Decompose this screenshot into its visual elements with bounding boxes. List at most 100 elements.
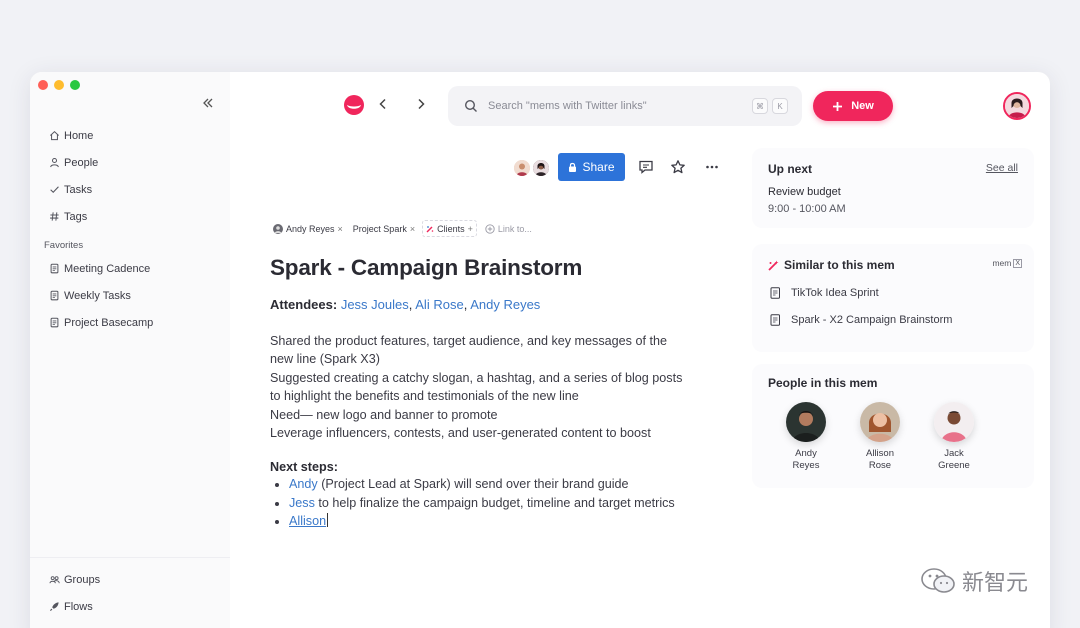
sparkle-icon	[426, 225, 434, 232]
person-card[interactable]: Allison Rose	[845, 402, 915, 472]
sidebar-item-project-basecamp[interactable]: Project Basecamp	[44, 309, 214, 336]
person-first-name: Andy	[795, 448, 817, 459]
avatar	[934, 402, 974, 442]
text-line: Suggested creating a catchy slogan, a ha…	[270, 370, 683, 385]
mention-link[interactable]: Allison	[289, 514, 326, 528]
text-cursor	[327, 513, 329, 528]
search-placeholder: Search "mems with Twitter links"	[488, 100, 647, 112]
document-body[interactable]: Spark - Campaign Brainstorm Attendees: J…	[270, 255, 730, 531]
chip-label: Clients	[437, 223, 465, 234]
watermark-text: 新智元	[962, 570, 1029, 595]
see-all-link[interactable]: See all	[986, 162, 1018, 174]
event-title[interactable]: Review budget	[768, 186, 841, 198]
person-card[interactable]: Andy Reyes	[771, 402, 841, 472]
text-line: new line (Spark X3)	[270, 352, 380, 367]
sidebar-item-tags[interactable]: Tags	[44, 203, 214, 230]
document-icon	[44, 263, 64, 274]
document-icon	[770, 313, 780, 326]
remove-chip-icon[interactable]: ×	[338, 224, 343, 234]
attendee-link[interactable]: Ali Rose	[415, 297, 463, 312]
similar-title: Similar to this mem	[784, 258, 895, 272]
similar-item-label: TikTok Idea Sprint	[791, 286, 879, 299]
sidebar-item-label: Groups	[64, 573, 101, 586]
close-window-button[interactable]	[38, 80, 48, 90]
link-to-label: Link to...	[497, 223, 532, 234]
people-title: People in this mem	[768, 376, 878, 390]
sidebar-nav: Home People Tasks Tags Favorites Meeting…	[44, 122, 214, 336]
groups-icon	[44, 574, 64, 585]
star-icon[interactable]	[670, 159, 686, 175]
sidebar-item-groups[interactable]: Groups	[44, 566, 216, 593]
sidebar-item-home[interactable]: Home	[44, 122, 214, 149]
document-icon	[44, 290, 64, 301]
document-icon	[44, 317, 64, 328]
up-next-title: Up next	[768, 162, 813, 176]
list-item: Jess to help finalize the campaign budge…	[289, 494, 730, 513]
mention-link[interactable]: Andy	[289, 477, 318, 491]
back-arrow-icon[interactable]	[378, 98, 388, 113]
minimize-window-button[interactable]	[54, 80, 64, 90]
text-line: Leverage influencers, contests, and user…	[270, 426, 651, 441]
search-bar[interactable]: Search "mems with Twitter links" ⌘ K	[448, 86, 802, 126]
step-text: to help finalize the campaign budget, ti…	[314, 495, 675, 510]
hash-icon	[44, 211, 64, 222]
lock-icon	[569, 162, 577, 172]
person-first-name: Jack	[944, 448, 964, 459]
sidebar-item-flows[interactable]: Flows	[44, 593, 216, 620]
watermark: 新智元	[920, 565, 1028, 597]
collaborator-avatar[interactable]	[531, 158, 551, 178]
sidebar-item-label: Meeting Cadence	[64, 262, 151, 275]
search-icon	[464, 99, 477, 112]
sidebar-item-meeting-cadence[interactable]: Meeting Cadence	[44, 255, 214, 282]
tag-chips: Andy Reyes × Project Spark × Clients + L…	[270, 220, 532, 237]
home-icon	[44, 130, 64, 141]
more-options-icon[interactable]	[704, 159, 720, 175]
list-item: Andy (Project Lead at Spark) will send o…	[289, 475, 730, 494]
sidebar-item-people[interactable]: People	[44, 149, 214, 176]
comment-icon[interactable]	[638, 159, 654, 175]
new-button[interactable]: New	[813, 91, 893, 121]
sidebar-item-weekly-tasks[interactable]: Weekly Tasks	[44, 282, 214, 309]
sidebar-item-tasks[interactable]: Tasks	[44, 176, 214, 203]
chip-person[interactable]: Andy Reyes ×	[270, 220, 346, 237]
text-line: to highlight the benefits and testimonia…	[270, 389, 579, 404]
chip-clients[interactable]: Clients +	[422, 220, 477, 237]
wechat-logo-icon	[921, 568, 955, 593]
similar-panel: Similar to this mem mem X TikTok Idea Sp…	[752, 244, 1034, 352]
mention-link[interactable]: Jess	[289, 496, 315, 510]
share-button[interactable]: Share	[558, 153, 625, 181]
sidebar-bottom: Groups Flows	[30, 557, 230, 620]
person-last-name: Greene	[938, 460, 970, 471]
maximize-window-button[interactable]	[70, 80, 80, 90]
sidebar-item-label: People	[64, 156, 99, 169]
person-icon	[44, 157, 64, 168]
remove-chip-icon[interactable]: ×	[410, 224, 415, 234]
similar-header: Similar to this mem	[768, 258, 895, 272]
sidebar-item-label: Flows	[64, 600, 93, 613]
favorites-heading: Favorites	[44, 240, 84, 251]
page-title[interactable]: Spark - Campaign Brainstorm	[270, 255, 730, 281]
user-avatar[interactable]	[1003, 92, 1031, 120]
attendees-label: Attendees:	[270, 297, 338, 312]
list-item[interactable]: TikTok Idea Sprint	[770, 279, 952, 306]
person-card[interactable]: Jack Greene	[919, 402, 989, 472]
forward-arrow-icon[interactable]	[416, 98, 426, 113]
attendee-link[interactable]: Andy Reyes	[470, 297, 540, 312]
badge-label: mem	[992, 258, 1012, 268]
link-to-button[interactable]: Link to...	[485, 224, 532, 234]
add-chip-icon[interactable]: +	[468, 224, 473, 234]
sidebar-item-label: Project Basecamp	[64, 316, 154, 329]
list-item[interactable]: Spark - X2 Campaign Brainstorm	[770, 306, 952, 333]
attendee-link[interactable]: Jess Joules	[341, 297, 409, 312]
separator: ,	[408, 297, 413, 312]
mem-logo-icon[interactable]	[343, 94, 365, 116]
kbd-cmd: ⌘	[752, 98, 768, 114]
sidebar: Home People Tasks Tags Favorites Meeting…	[30, 72, 230, 628]
notes-paragraph: Shared the product features, target audi…	[270, 332, 730, 442]
avatar	[786, 402, 826, 442]
collaborator-avatar[interactable]	[512, 158, 532, 178]
collapse-sidebar-icon[interactable]	[202, 96, 214, 112]
x-icon: X	[1013, 258, 1022, 268]
chip-project[interactable]: Project Spark ×	[349, 220, 419, 237]
person-last-name: Reyes	[792, 460, 820, 471]
